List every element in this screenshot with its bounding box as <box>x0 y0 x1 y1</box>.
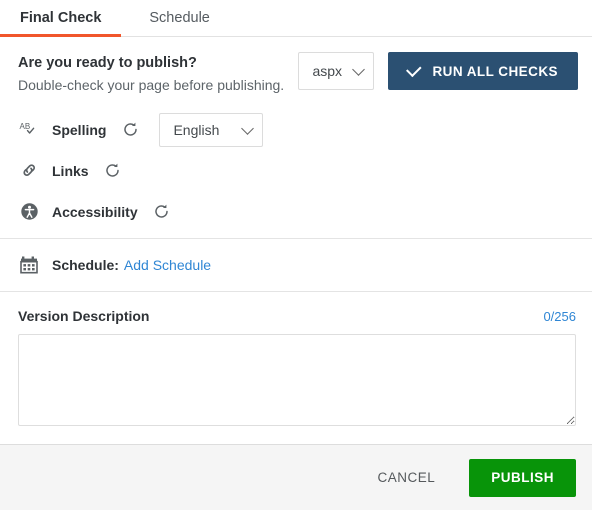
page-format-value: aspx <box>312 63 343 79</box>
run-all-checks-button[interactable]: RUN ALL CHECKS <box>388 52 578 90</box>
check-row-accessibility: Accessibility <box>0 191 592 232</box>
intro-subtitle: Double-check your page before publishing… <box>18 77 285 93</box>
run-all-checks-label: RUN ALL CHECKS <box>432 63 558 79</box>
dialog-footer: CANCEL PUBLISH <box>0 444 592 510</box>
intro-text: Are you ready to publish? Double-check y… <box>18 51 298 95</box>
version-description-counter: 0/256 <box>543 309 576 324</box>
check-row-links: Links <box>0 150 592 191</box>
check-label-spelling: Spelling <box>52 121 107 138</box>
chevron-down-icon <box>352 63 366 76</box>
tab-schedule[interactable]: Schedule <box>147 0 231 36</box>
tab-final-check[interactable]: Final Check <box>0 0 122 37</box>
spellcheck-icon: AB <box>18 119 40 141</box>
svg-text:AB: AB <box>20 122 31 131</box>
add-schedule-link[interactable]: Add Schedule <box>124 257 211 273</box>
spelling-language-wrap: English <box>159 112 264 147</box>
publish-button[interactable]: PUBLISH <box>469 458 576 497</box>
checks-list: AB Spelling English Links Accessibility <box>0 107 592 238</box>
spelling-language-value: English <box>173 121 220 138</box>
spelling-language-select[interactable]: English <box>159 112 264 147</box>
intro-section: Are you ready to publish? Double-check y… <box>0 37 592 107</box>
check-row-spelling: AB Spelling English <box>0 109 592 150</box>
check-label-accessibility: Accessibility <box>52 203 138 220</box>
tab-bar: Final Check Schedule <box>0 0 592 37</box>
calendar-icon <box>18 254 40 276</box>
check-label-links: Links <box>52 162 89 179</box>
version-description-input[interactable] <box>18 334 576 426</box>
intro-title: Are you ready to publish? <box>18 55 197 71</box>
version-description-section: Version Description 0/256 <box>0 292 592 444</box>
schedule-label: Schedule: <box>52 257 119 273</box>
refresh-icon-spelling[interactable] <box>119 119 141 141</box>
cancel-button[interactable]: CANCEL <box>365 460 447 495</box>
accessibility-icon <box>18 201 40 223</box>
refresh-icon-links[interactable] <box>102 160 124 182</box>
version-description-label: Version Description <box>18 308 150 324</box>
refresh-icon-accessibility[interactable] <box>151 201 173 223</box>
schedule-row: Schedule: Add Schedule <box>0 239 592 291</box>
intro-controls: aspx RUN ALL CHECKS <box>298 51 578 90</box>
publish-dialog: Final Check Schedule Are you ready to pu… <box>0 0 592 510</box>
chevron-down-icon <box>241 121 255 135</box>
version-description-header: Version Description 0/256 <box>18 308 576 324</box>
link-icon <box>18 160 40 182</box>
tab-final-check-label: Final Check <box>20 10 102 26</box>
tab-schedule-label: Schedule <box>149 10 210 26</box>
page-format-select[interactable]: aspx <box>298 52 375 90</box>
check-icon <box>406 61 423 77</box>
